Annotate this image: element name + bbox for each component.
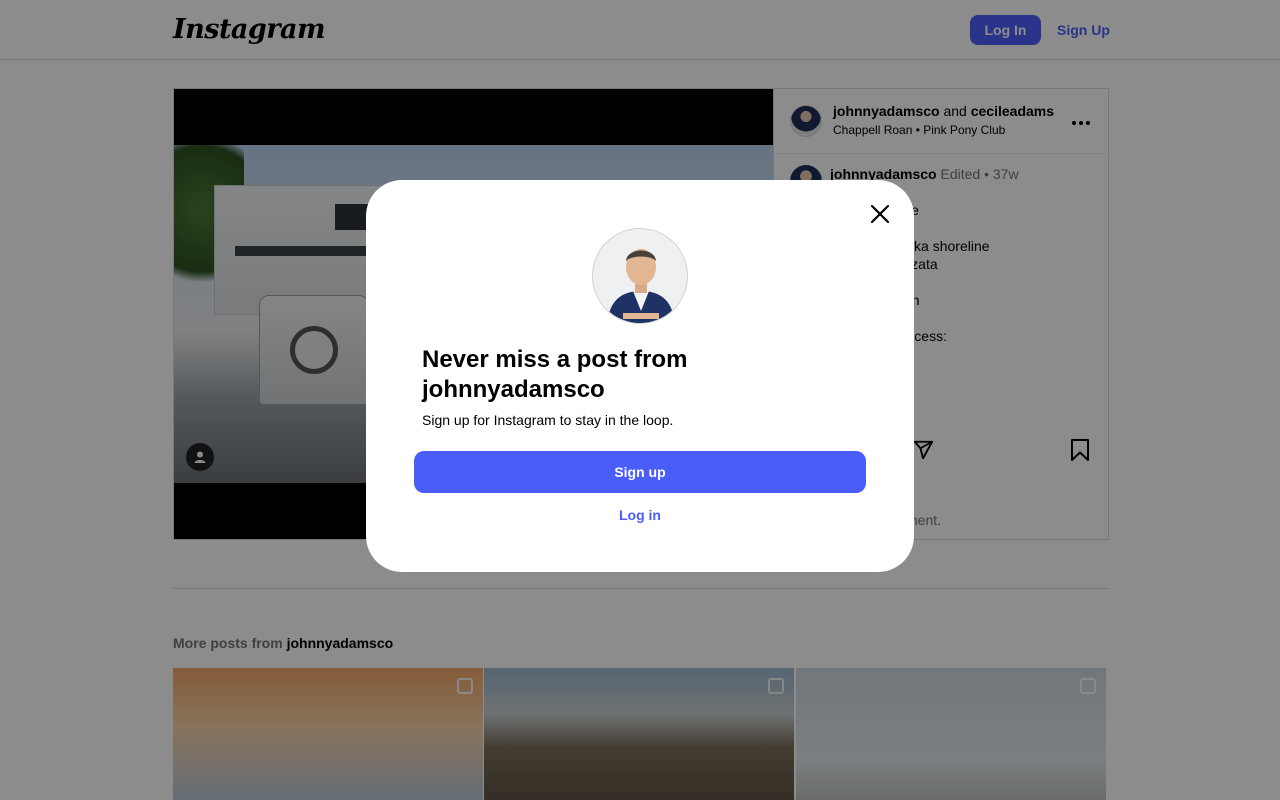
profile-avatar	[592, 228, 688, 324]
login-link[interactable]: Log in	[414, 505, 866, 525]
signup-prompt-dialog: Never miss a post from johnnyadamsco Sig…	[366, 180, 914, 572]
close-icon[interactable]	[863, 197, 897, 231]
dialog-title: Never miss a post from johnnyadamsco	[422, 346, 688, 403]
dialog-subtitle: Sign up for Instagram to stay in the loo…	[422, 412, 674, 428]
signup-button[interactable]: Sign up	[414, 451, 866, 493]
